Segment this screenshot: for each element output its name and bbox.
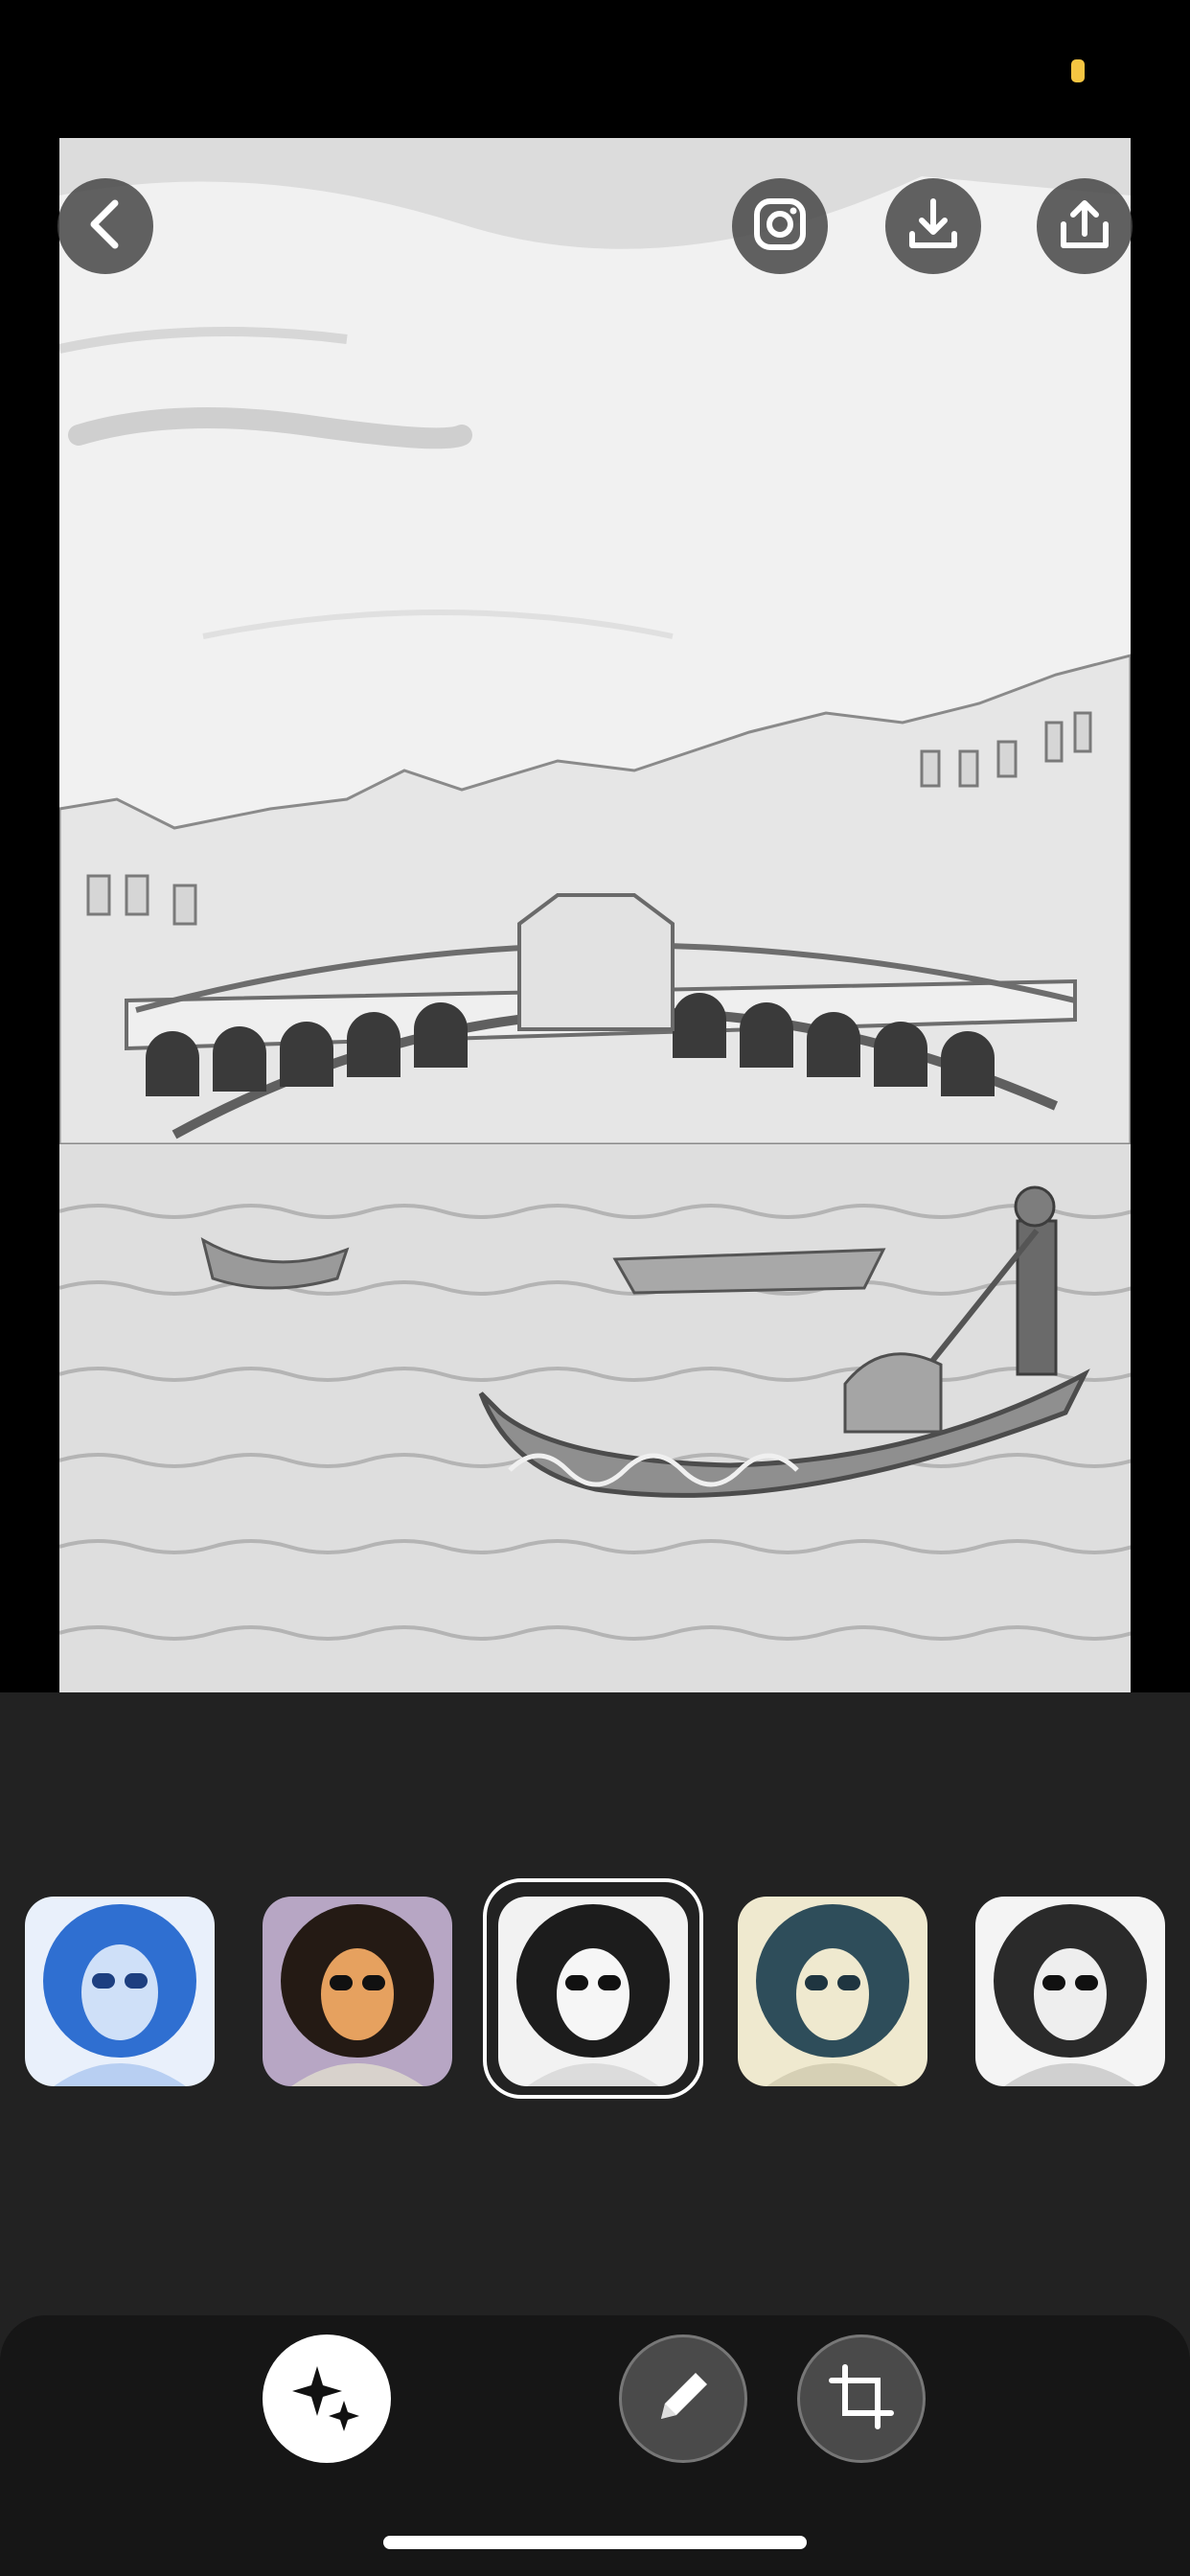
pencil-icon — [650, 2363, 717, 2435]
filter-thumb-blue-sketch[interactable] — [25, 1897, 215, 2086]
filter-thumb-mono[interactable] — [975, 1897, 1165, 2086]
share-button[interactable] — [1037, 178, 1133, 274]
home-indicator[interactable] — [383, 2536, 807, 2549]
filter-strip[interactable] — [0, 1878, 1190, 2099]
chevron-left-icon — [86, 199, 125, 254]
instagram-button[interactable] — [732, 178, 828, 274]
edit-tool-button[interactable] — [619, 2334, 747, 2463]
share-icon — [1056, 196, 1113, 258]
filter-thumb-teal-duotone[interactable] — [738, 1897, 927, 2086]
download-button[interactable] — [885, 178, 981, 274]
edited-photo — [59, 138, 1131, 1692]
sparkles-icon — [288, 2358, 365, 2440]
download-icon — [904, 196, 962, 258]
filter-thumb-color-pop[interactable] — [263, 1897, 452, 2086]
filter-thumb-bw-sketch[interactable] — [498, 1897, 688, 2086]
crop-tool-button[interactable] — [797, 2334, 926, 2463]
privacy-indicator — [1071, 59, 1085, 82]
instagram-icon — [753, 197, 807, 256]
back-button[interactable] — [57, 178, 153, 274]
effects-tool-button[interactable] — [263, 2334, 391, 2463]
crop-icon — [828, 2363, 895, 2435]
